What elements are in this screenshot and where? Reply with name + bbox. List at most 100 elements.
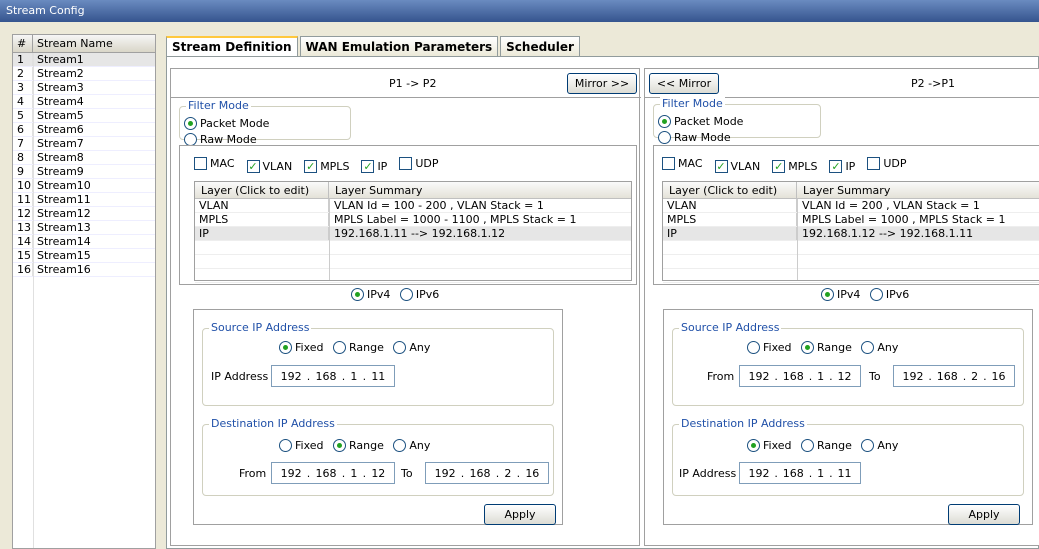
layer-name: IP bbox=[195, 227, 329, 240]
layer-col-header[interactable]: Layer (Click to edit) bbox=[663, 182, 797, 198]
stream-row[interactable]: 3 Stream3 bbox=[13, 81, 155, 95]
dest-any-radio[interactable]: Any bbox=[861, 439, 898, 452]
dest-range-radio[interactable]: Range bbox=[333, 439, 384, 452]
stream-row[interactable]: 7 Stream7 bbox=[13, 137, 155, 151]
ipv6-radio[interactable]: IPv6 bbox=[869, 288, 909, 301]
ip-config-panel: Source IP Address Fixed Range Any IP Add… bbox=[193, 309, 563, 525]
ipv6-radio[interactable]: IPv6 bbox=[399, 288, 439, 301]
source-from-label: From bbox=[707, 370, 735, 383]
source-to-input[interactable]: 192. 168. 2. 16 bbox=[893, 365, 1015, 387]
direction-panel-p2-p1: << Mirror P2 ->P1 Filter Mode Packet Mod… bbox=[644, 68, 1039, 546]
layer-row[interactable]: IP 192.168.1.12 --> 192.168.1.11 bbox=[663, 227, 1039, 241]
apply-button[interactable]: Apply bbox=[948, 504, 1020, 525]
stream-number: 4 bbox=[13, 95, 33, 108]
dest-to-input[interactable]: 192. 168. 2. 16 bbox=[425, 462, 549, 484]
source-range-radio[interactable]: Range bbox=[333, 341, 384, 354]
stream-row[interactable]: 1 Stream1 bbox=[13, 53, 155, 67]
ip-checkbox[interactable]: ✓ IP bbox=[361, 160, 387, 173]
stream-row[interactable]: 2 Stream2 bbox=[13, 67, 155, 81]
stream-row[interactable]: 10 Stream10 bbox=[13, 179, 155, 193]
source-fixed-radio[interactable]: Fixed bbox=[747, 341, 792, 354]
checkbox-label: MPLS bbox=[788, 160, 818, 173]
stream-row[interactable]: 12 Stream12 bbox=[13, 207, 155, 221]
stream-row[interactable]: 16 Stream16 bbox=[13, 263, 155, 277]
filter-mode-title: Filter Mode bbox=[186, 99, 251, 112]
layer-col-header[interactable]: Layer (Click to edit) bbox=[195, 182, 329, 198]
layer-row[interactable]: VLAN VLAN Id = 200 , VLAN Stack = 1 bbox=[663, 199, 1039, 213]
source-fixed-radio[interactable]: Fixed bbox=[279, 341, 324, 354]
stream-name: Stream2 bbox=[37, 67, 84, 80]
stream-name: Stream7 bbox=[37, 137, 84, 150]
vlan-checkbox[interactable]: ✓ VLAN bbox=[714, 160, 760, 173]
divider bbox=[171, 97, 641, 98]
stream-row[interactable]: 11 Stream11 bbox=[13, 193, 155, 207]
layer-row[interactable]: MPLS MPLS Label = 1000 , MPLS Stack = 1 bbox=[663, 213, 1039, 227]
layer-name: IP bbox=[663, 227, 797, 240]
stream-name: Stream3 bbox=[37, 81, 84, 94]
col-name-header[interactable]: Stream Name bbox=[33, 35, 155, 52]
source-any-radio[interactable]: Any bbox=[861, 341, 898, 354]
stream-number: 11 bbox=[13, 193, 33, 206]
tab-scheduler[interactable]: Scheduler bbox=[500, 36, 580, 56]
stream-number: 16 bbox=[13, 263, 33, 276]
checkbox-box: ✓ bbox=[829, 160, 843, 173]
mirror-back-button[interactable]: << Mirror bbox=[649, 73, 719, 94]
dest-to-label: To bbox=[401, 467, 413, 480]
dest-from-input[interactable]: 192. 168. 1. 12 bbox=[271, 462, 395, 484]
layer-row[interactable]: MPLS MPLS Label = 1000 - 1100 , MPLS Stac… bbox=[195, 213, 631, 227]
tab-stream-definition[interactable]: Stream Definition bbox=[166, 36, 298, 57]
stream-row[interactable]: 9 Stream9 bbox=[13, 165, 155, 179]
stream-rows: 1 Stream1 2 Stream2 3 Stream3 4 Stream4 5 Stream5… bbox=[13, 53, 155, 277]
stream-name: Stream14 bbox=[37, 235, 91, 248]
udp-checkbox[interactable]: UDP bbox=[867, 157, 906, 170]
source-from-input[interactable]: 192. 168. 1. 12 bbox=[739, 365, 861, 387]
layer-panel: MAC ✓ VLAN ✓ MPLS ✓ IP UDP Layer (Click to edit… bbox=[179, 145, 637, 285]
stream-row[interactable]: 13 Stream13 bbox=[13, 221, 155, 235]
mirror-button[interactable]: Mirror >> bbox=[567, 73, 637, 94]
mpls-checkbox[interactable]: ✓ MPLS bbox=[772, 160, 817, 173]
stream-name: Stream1 bbox=[37, 53, 84, 66]
packet-mode-radio[interactable]: Packet Mode bbox=[658, 115, 743, 128]
checkbox-box: ✓ bbox=[772, 160, 786, 173]
stream-row[interactable]: 8 Stream8 bbox=[13, 151, 155, 165]
source-range-radio[interactable]: Range bbox=[801, 341, 852, 354]
stream-row[interactable]: 14 Stream14 bbox=[13, 235, 155, 249]
ip-checkbox[interactable]: ✓ IP bbox=[829, 160, 855, 173]
dest-any-radio[interactable]: Any bbox=[393, 439, 430, 452]
stream-row[interactable]: 5 Stream5 bbox=[13, 109, 155, 123]
stream-number: 10 bbox=[13, 179, 33, 192]
packet-mode-radio[interactable]: Packet Mode bbox=[184, 117, 269, 130]
layer-table: Layer (Click to edit) Layer Summary VLAN… bbox=[662, 181, 1039, 283]
mpls-checkbox[interactable]: ✓ MPLS bbox=[304, 160, 349, 173]
stream-name: Stream11 bbox=[37, 193, 91, 206]
tab-wan-emulation[interactable]: WAN Emulation Parameters bbox=[299, 36, 499, 56]
stream-number: 3 bbox=[13, 81, 33, 94]
stream-number: 5 bbox=[13, 109, 33, 122]
mac-checkbox[interactable]: MAC bbox=[662, 157, 703, 170]
layer-row[interactable]: VLAN VLAN Id = 100 - 200 , VLAN Stack = 1 bbox=[195, 199, 631, 213]
ip-config-panel: Source IP Address Fixed Range Any From 1… bbox=[663, 309, 1033, 525]
source-ip-title: Source IP Address bbox=[679, 321, 782, 334]
col-number-header[interactable]: # bbox=[13, 35, 33, 52]
ipv4-radio[interactable]: IPv4 bbox=[821, 288, 860, 301]
stream-row[interactable]: 4 Stream4 bbox=[13, 95, 155, 109]
stream-row[interactable]: 6 Stream6 bbox=[13, 123, 155, 137]
stream-name: Stream10 bbox=[37, 179, 91, 192]
dest-fixed-radio[interactable]: Fixed bbox=[747, 439, 792, 452]
udp-checkbox[interactable]: UDP bbox=[399, 157, 438, 170]
stream-number: 12 bbox=[13, 207, 33, 220]
direction-label: P1 -> P2 bbox=[389, 77, 437, 90]
dest-ip-input[interactable]: 192. 168. 1. 11 bbox=[739, 462, 861, 484]
source-any-radio[interactable]: Any bbox=[393, 341, 430, 354]
source-ip-input[interactable]: 192. 168. 1. 11 bbox=[271, 365, 395, 387]
dest-range-radio[interactable]: Range bbox=[801, 439, 852, 452]
layer-row[interactable]: IP 192.168.1.11 --> 192.168.1.12 bbox=[195, 227, 631, 241]
stream-row[interactable]: 15 Stream15 bbox=[13, 249, 155, 263]
raw-mode-radio[interactable]: Raw Mode bbox=[658, 131, 731, 144]
dest-fixed-radio[interactable]: Fixed bbox=[279, 439, 324, 452]
apply-button[interactable]: Apply bbox=[484, 504, 556, 525]
checkbox-box bbox=[662, 157, 675, 170]
ipv4-radio[interactable]: IPv4 bbox=[351, 288, 390, 301]
vlan-checkbox[interactable]: ✓ VLAN bbox=[246, 160, 292, 173]
mac-checkbox[interactable]: MAC bbox=[194, 157, 235, 170]
